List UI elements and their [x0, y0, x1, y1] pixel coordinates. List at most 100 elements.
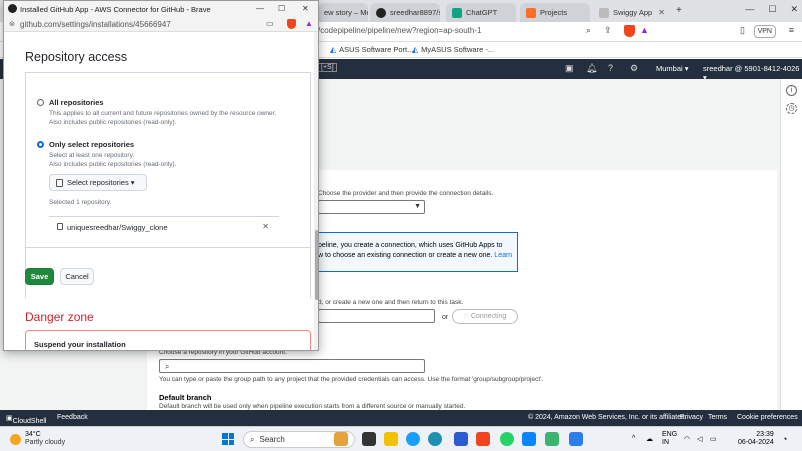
all-repositories-label[interactable]: All repositories [49, 98, 104, 107]
learn-more-link[interactable]: Learn [494, 252, 512, 259]
share-icon[interactable]: ⇪ [604, 25, 612, 36]
save-button[interactable]: Save [25, 268, 54, 285]
notepad-icon[interactable] [569, 432, 583, 446]
maximize-icon[interactable]: ☐ [768, 4, 776, 15]
info-icon[interactable]: i [786, 85, 797, 96]
bookmark-myasus[interactable]: ◭ MyASUS Software -... [412, 45, 494, 54]
terms-link[interactable]: Terms [708, 414, 727, 421]
file-explorer-icon[interactable] [384, 432, 398, 446]
info-line-2: w to choose an existing connection or cr… [318, 252, 493, 259]
bookmark-label: ASUS Software Port... [339, 45, 414, 54]
connecting-label: Connecting [470, 313, 507, 320]
brave-shield-icon[interactable] [624, 25, 635, 37]
maximize-icon[interactable]: ☐ [278, 4, 285, 13]
repo-name: Swiggy_clone [121, 223, 168, 232]
cookie-preferences-link[interactable]: Cookie preferences [737, 414, 798, 421]
windows-taskbar: 34°C Partly cloudy ⌕ Search ^ ☁ ENG IN ◠… [0, 426, 802, 451]
lock-icon: ⊜ [9, 21, 15, 28]
privacy-link[interactable]: Privacy [680, 414, 703, 421]
only-select-repositories-label[interactable]: Only select repositories [49, 140, 134, 149]
brave-rewards-icon[interactable]: ▲ [305, 19, 313, 28]
tab-swiggy[interactable]: Swiggy App ✕ [593, 3, 671, 22]
region-code: IN [662, 439, 669, 446]
connect-to-github-button[interactable]: ◌ Connecting [452, 309, 518, 324]
bookmark-label: MyASUS Software -... [421, 45, 495, 54]
tab-projects[interactable]: Projects [520, 3, 590, 22]
brave-browser-icon[interactable] [476, 432, 490, 446]
settings-icon[interactable]: ⚙ [630, 63, 638, 74]
vpn-button[interactable]: VPN [753, 25, 776, 38]
minimize-icon[interactable]: — [745, 4, 754, 15]
tab-medium[interactable]: ew story – Medi [318, 3, 368, 22]
chatgpt-icon [452, 7, 462, 18]
feedback-link[interactable]: Feedback [57, 414, 88, 421]
selected-count: Selected 1 repository. [49, 199, 112, 206]
tab-label: ChatGPT [466, 8, 498, 17]
partly-cloudy-icon [10, 433, 21, 445]
repository-search-input[interactable]: ⌕ [159, 359, 425, 373]
cancel-button[interactable]: Cancel [60, 268, 94, 285]
divider [25, 247, 311, 248]
remove-repo-icon[interactable]: ✕ [262, 222, 269, 231]
bookmark-asus-portal[interactable]: ◭ ASUS Software Port... [330, 45, 413, 54]
notifications-icon[interactable]: 🔔︎ [586, 63, 597, 74]
clock[interactable]: 23:39 06-04-2024 [738, 431, 774, 447]
vscode-icon[interactable] [522, 432, 536, 446]
language-indicator[interactable]: ENG IN [662, 431, 677, 447]
search-shortcut: [+S] [318, 63, 337, 72]
help-icon[interactable]: ? [608, 63, 613, 73]
show-hidden-icons[interactable]: ^ [632, 435, 635, 442]
notifications-icon[interactable]: ◔ [782, 434, 787, 444]
tab-chatgpt[interactable]: ChatGPT [446, 3, 516, 22]
new-tab-icon[interactable]: + [676, 5, 682, 16]
weather-widget[interactable]: 34°C Partly cloudy [10, 431, 65, 447]
onedrive-icon[interactable]: ☁ [646, 435, 653, 443]
close-icon[interactable]: ✕ [302, 4, 309, 13]
cast-icon[interactable]: ▭ [266, 19, 274, 28]
tab-label: sreedhar8897/swi [390, 8, 440, 17]
asus-icon: ◭ [330, 45, 337, 54]
select-repositories-button[interactable]: Select repositories ▾ [49, 174, 147, 191]
source-provider-select[interactable]: ▼ [318, 200, 425, 214]
region-selector[interactable]: Mumbai ▾ [656, 64, 689, 73]
cloudshell-icon[interactable]: ▣ [565, 63, 574, 74]
tab-label: Swiggy App [613, 8, 653, 17]
all-repositories-radio[interactable] [37, 99, 44, 106]
chrome-icon[interactable] [428, 432, 442, 446]
swiggy-icon [599, 7, 609, 18]
popup-url[interactable]: github.com/settings/installations/456669… [20, 20, 171, 29]
scrollbar-thumb[interactable] [315, 230, 318, 300]
weather-label: Partly cloudy [25, 439, 66, 446]
whatsapp-icon[interactable] [500, 432, 514, 446]
wifi-icon[interactable]: ◠ [684, 435, 690, 443]
provider-help: Choose the provider and then provide the… [318, 190, 494, 197]
vpn-label: VPN [757, 28, 772, 35]
edge-icon[interactable] [406, 432, 420, 446]
popup-scrollbar[interactable] [314, 32, 318, 350]
task-view-icon[interactable] [362, 432, 376, 446]
sidebar-icon[interactable]: ▯ [740, 25, 745, 36]
spinner-icon: ◌ [463, 313, 468, 320]
main-url[interactable]: /codepipeline/pipeline/new?region=ap-sou… [318, 26, 481, 35]
tab-github-repo[interactable]: sreedhar8897/swi [370, 3, 440, 22]
search-icon[interactable]: ⌕ [586, 25, 591, 36]
volume-icon[interactable]: ◁ [697, 435, 702, 443]
only-select-repositories-radio[interactable] [37, 141, 44, 148]
close-tab-icon[interactable]: ✕ [658, 8, 665, 17]
windows-start-icon[interactable] [222, 433, 234, 445]
ai-app-icon[interactable] [454, 432, 468, 446]
connection-input[interactable] [318, 309, 435, 323]
selected-repo-row: uniquesreedhar/Swiggy_clone ✕ [49, 216, 279, 236]
brave-shield-icon[interactable] [287, 19, 296, 29]
menu-icon[interactable]: ≡ [789, 25, 794, 35]
close-window-icon[interactable]: ✕ [790, 4, 798, 15]
github-icon [8, 4, 17, 13]
cloudshell-link[interactable]: ▣ CloudShell [6, 414, 46, 425]
feedback-icon[interactable]: ◷ [786, 103, 797, 114]
brave-rewards-icon[interactable]: ▲ [640, 25, 649, 35]
app-icon[interactable] [545, 432, 559, 446]
minimize-icon[interactable]: — [256, 4, 264, 13]
repository-access-heading: Repository access [25, 50, 128, 64]
battery-icon[interactable]: ▭ [710, 435, 717, 443]
repo-icon [57, 223, 63, 230]
